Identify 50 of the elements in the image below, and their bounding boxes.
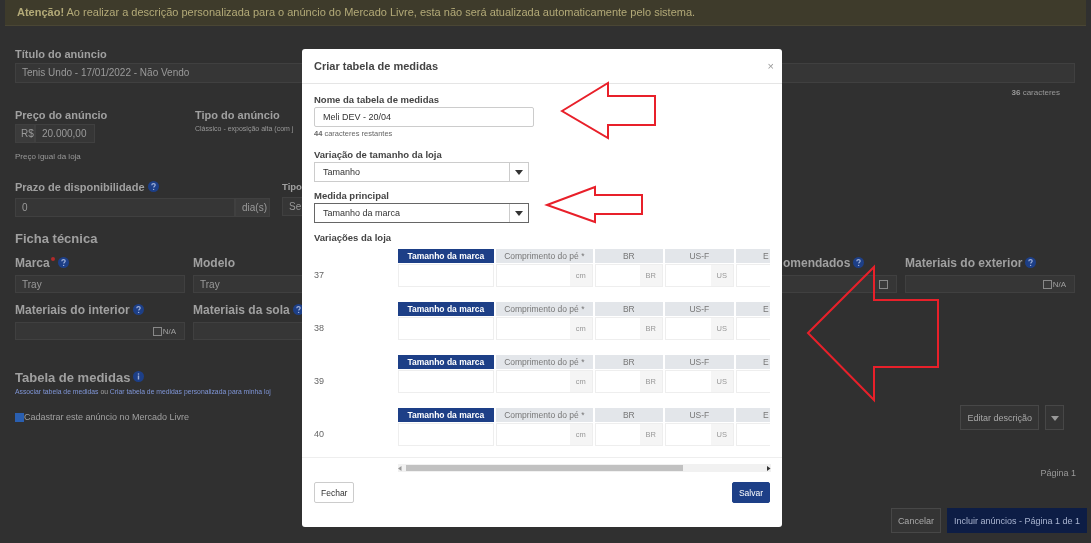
column-header: E (735, 302, 770, 316)
section-heading: Tabela de medidas (15, 370, 131, 385)
field-label: Materiais da sola (193, 303, 290, 317)
checkbox-label: N/A (1052, 279, 1066, 291)
column-header: BR (594, 355, 663, 369)
field-label: Prazo de disponibilidade (15, 181, 145, 193)
column-header: US-F (664, 355, 734, 369)
field-label: Variações da loja (314, 232, 392, 243)
price-hint: Preço igual da loja (15, 152, 81, 161)
field-label: Variação de tamanho da loja (314, 149, 442, 160)
field-label: Materiais do interior (15, 303, 130, 317)
field-label: Modelo (193, 256, 235, 270)
column-header: US-F (664, 249, 734, 263)
column-header: Tamanho da marca (397, 408, 494, 422)
column-header: Tamanho da marca (397, 249, 494, 263)
field-label: Preço do anúncio (15, 109, 108, 121)
size-label: 39 (314, 376, 324, 386)
size-label: 38 (314, 323, 324, 333)
size-label: 40 (314, 429, 324, 439)
warning-banner: Atenção! Ao realizar a descrição personalizada para o anúncio do Mercado Livre, esta não será atualizada automaticamente pelo sistema. (5, 0, 1086, 26)
column-header: Comprimento do pé * (495, 408, 593, 422)
column-header: US-F (664, 408, 734, 422)
column-header: Tamanho da marca (397, 302, 494, 316)
column-header: Comprimento do pé * (495, 249, 593, 263)
field-label: omendados (783, 256, 851, 270)
field-label: Nome da tabela de medidas (314, 94, 440, 105)
field-label: Materiais do exterior (905, 256, 1023, 270)
field-label: Tipo do anúncio (195, 109, 280, 121)
column-header: BR (594, 249, 663, 263)
checkbox-label: Cadastrar este anúncio no Mercado Livre (24, 412, 190, 422)
checkbox-label: N/A (162, 326, 176, 338)
field-label: Marca (15, 256, 50, 270)
dialog-title: Criar tabela de medidas (314, 60, 439, 72)
column-header: E (735, 355, 770, 369)
section-heading: Ficha técnica (15, 231, 98, 246)
character-count: 36 caracteres (1011, 88, 1060, 97)
column-header: BR (594, 408, 663, 422)
field-label: Título do anúncio (15, 48, 107, 60)
column-header: BR (594, 302, 663, 316)
days-addon: dia(s) (235, 198, 270, 217)
currency-addon: R$ (15, 124, 35, 143)
column-header: E (735, 249, 770, 263)
column-header: Tamanho da marca (397, 355, 494, 369)
column-header: Comprimento do pé * (495, 302, 593, 316)
field-label: Tipo (282, 181, 302, 192)
column-header: Comprimento do pé * (495, 355, 593, 369)
column-header: US-F (664, 302, 734, 316)
page-indicator: Página 1 (1040, 468, 1076, 478)
field-label: Medida principal (314, 190, 389, 201)
column-header: E (735, 408, 770, 422)
